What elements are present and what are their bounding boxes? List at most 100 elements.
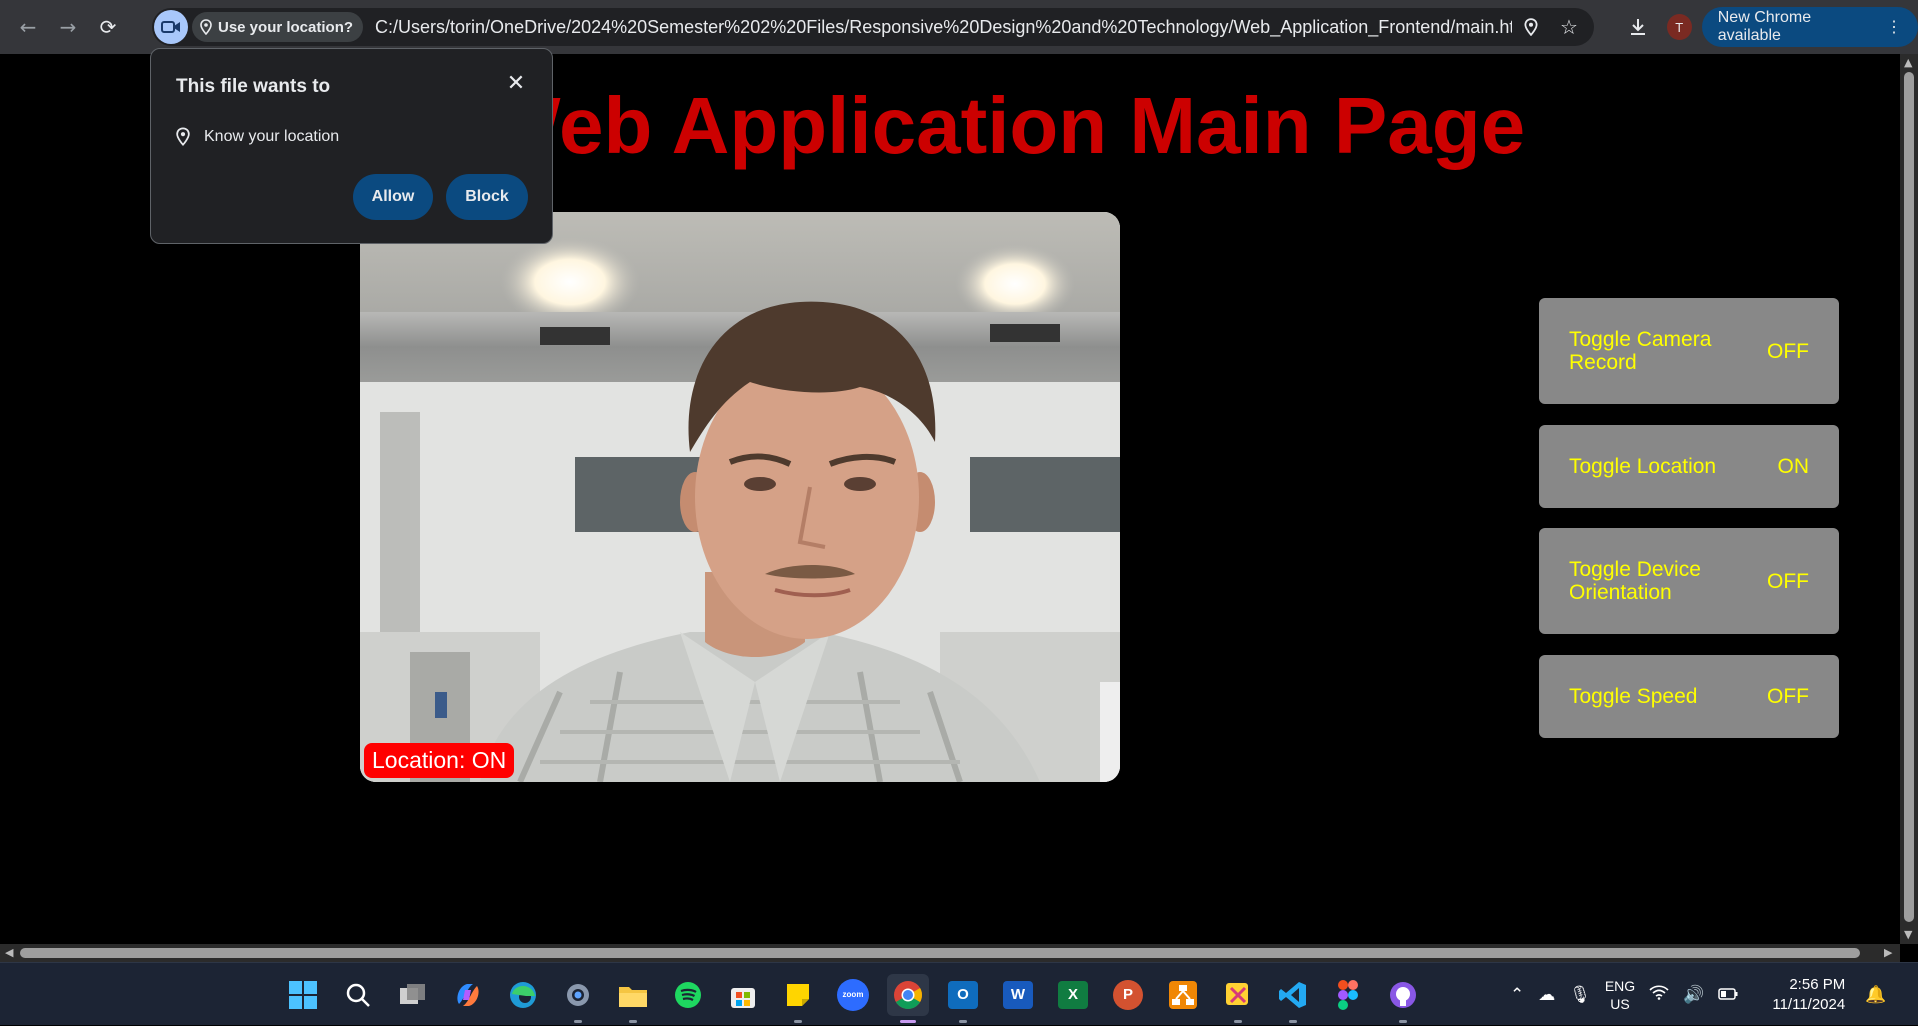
drawio-app[interactable]: [1162, 974, 1204, 1016]
language-indicator[interactable]: ENG US: [1605, 977, 1635, 1013]
copilot-app[interactable]: [447, 974, 489, 1016]
battery-level-icon: [1718, 987, 1738, 1000]
settings-app[interactable]: [557, 974, 599, 1023]
zoom-app[interactable]: zoom: [832, 974, 874, 1016]
snipping-tool-app[interactable]: [1217, 974, 1259, 1023]
toggle-camera-record-button[interactable]: Toggle Camera Record OFF: [1539, 298, 1839, 404]
scroll-up-arrow-icon[interactable]: ▲: [1904, 56, 1912, 69]
reload-icon: ⟳: [99, 15, 117, 39]
microphone-icon[interactable]: 🎙: [1569, 985, 1591, 1005]
task-view-button[interactable]: [392, 974, 434, 1016]
outlook-app[interactable]: O: [942, 974, 984, 1023]
vertical-scroll-thumb[interactable]: [1904, 72, 1914, 922]
toggle-state: ON: [1777, 455, 1810, 478]
location-pin-icon: [200, 19, 212, 35]
menu-kebab-icon: ⋮: [1885, 19, 1902, 36]
clock-date: 11/11/2024: [1772, 995, 1846, 1013]
system-tray: ⌃ ☁ 🎙 ENG US 🔊 2:56 PM 11/11/2024 🔔: [1510, 963, 1886, 1026]
onedrive-cloud-icon[interactable]: ☁: [1538, 985, 1555, 1005]
camera-in-use-chip[interactable]: [154, 10, 188, 44]
show-hidden-icons-chevron-icon[interactable]: ⌃: [1510, 985, 1524, 1005]
figma-app[interactable]: [1327, 974, 1369, 1016]
back-button[interactable]: ←: [8, 7, 48, 47]
chrome-update-button[interactable]: New Chrome available ⋮: [1701, 7, 1918, 47]
language-code: ENG: [1604, 977, 1636, 994]
outlook-icon: O: [948, 980, 978, 1009]
edge-app[interactable]: [502, 974, 544, 1016]
figma-icon: [1338, 979, 1358, 1010]
notification-bell-icon[interactable]: 🔔: [1865, 985, 1886, 1005]
bookmark-star-button[interactable]: ☆: [1550, 8, 1588, 46]
windows-logo-icon: [289, 980, 317, 1009]
permission-request-row: Know your location: [176, 127, 339, 146]
scroll-left-arrow-icon[interactable]: ◀: [5, 946, 13, 959]
word-icon: W: [1003, 980, 1033, 1009]
search-button[interactable]: [337, 974, 379, 1016]
scroll-down-arrow-icon[interactable]: ▼: [1904, 928, 1912, 941]
excel-app[interactable]: X: [1052, 974, 1094, 1016]
forward-arrow-icon: →: [59, 15, 77, 39]
task-view-icon: [400, 983, 425, 1004]
video-camera-icon: [161, 21, 180, 33]
search-icon: [346, 983, 370, 1007]
camera-feed: Location: ON: [360, 212, 1120, 782]
folder-icon: [619, 986, 647, 1007]
permission-request-label: Know your location: [204, 127, 340, 145]
excel-icon: X: [1058, 980, 1088, 1009]
github-icon: [1390, 981, 1416, 1008]
clock[interactable]: 2:56 PM 11/11/2024: [1772, 975, 1845, 1015]
spotify-app[interactable]: [667, 974, 709, 1016]
battery-icon[interactable]: [1718, 985, 1738, 1005]
toggle-device-orientation-button[interactable]: Toggle Device Orientation OFF: [1539, 528, 1839, 634]
url-text[interactable]: C:/Users/torin/OneDrive/2024%20Semester%…: [375, 17, 1512, 38]
toggle-state: OFF: [1767, 685, 1809, 708]
downloads-button[interactable]: [1620, 8, 1657, 46]
word-app[interactable]: W: [997, 974, 1039, 1016]
toggle-label: Toggle Location: [1569, 455, 1717, 478]
scroll-right-arrow-icon[interactable]: ▶: [1884, 946, 1892, 959]
location-pin-icon: [1524, 18, 1538, 36]
update-label: New Chrome available: [1717, 9, 1812, 44]
toggle-label: Toggle Speed: [1569, 685, 1698, 708]
snipping-tool-icon: [1226, 982, 1248, 1005]
sticky-notes-app[interactable]: [777, 974, 819, 1023]
toggle-label: Toggle Device Orientation: [1569, 558, 1701, 604]
copilot-icon: [457, 983, 479, 1006]
gear-icon: [567, 983, 589, 1006]
location-permission-chip[interactable]: Use your location?: [192, 12, 364, 42]
block-button[interactable]: Block: [446, 174, 528, 220]
reload-button[interactable]: ⟳: [88, 7, 128, 47]
microsoft-store-app[interactable]: [722, 974, 764, 1016]
wifi-icon[interactable]: [1649, 984, 1669, 1005]
back-arrow-icon: ←: [19, 15, 37, 39]
horizontal-scroll-thumb[interactable]: [20, 948, 1860, 958]
region-code: US: [1610, 995, 1630, 1012]
horizontal-scrollbar[interactable]: ◀ ▶: [0, 944, 1900, 962]
volume-icon[interactable]: 🔊: [1683, 985, 1704, 1005]
toggle-label: Toggle Camera Record: [1569, 328, 1712, 374]
forward-button[interactable]: →: [48, 7, 88, 47]
browser-toolbar: ← → ⟳ Use your location? C:/Users/torin/…: [0, 0, 1918, 54]
spotify-icon: [675, 981, 701, 1008]
download-icon: [1631, 19, 1646, 35]
github-desktop-app[interactable]: [1382, 974, 1424, 1023]
toggle-speed-button[interactable]: Toggle Speed OFF: [1539, 655, 1839, 738]
chrome-app[interactable]: [887, 973, 929, 1023]
windows-taskbar: zoom O W X P ⌃ ☁ 🎙 ENG US 🔊 2:56 PM 11/1…: [0, 962, 1918, 1025]
vscode-app[interactable]: [1272, 974, 1314, 1023]
allow-button[interactable]: Allow: [353, 174, 433, 220]
start-button[interactable]: [282, 974, 324, 1016]
webcam-person-image: [360, 212, 1120, 782]
sticky-note-icon: [787, 983, 809, 1006]
toggle-state: OFF: [1767, 569, 1809, 593]
file-explorer-app[interactable]: [612, 974, 654, 1023]
profile-avatar[interactable]: T: [1666, 14, 1692, 40]
location-indicator-button[interactable]: [1512, 8, 1550, 46]
address-bar[interactable]: Use your location? C:/Users/torin/OneDri…: [152, 8, 1594, 46]
close-icon[interactable]: ✕: [501, 71, 531, 96]
location-pin-icon: [176, 127, 190, 146]
vertical-scrollbar[interactable]: ▲ ▼: [1900, 54, 1918, 944]
zoom-icon: zoom: [837, 978, 869, 1011]
toggle-location-button[interactable]: Toggle Location ON: [1539, 425, 1839, 508]
powerpoint-app[interactable]: P: [1107, 974, 1149, 1016]
